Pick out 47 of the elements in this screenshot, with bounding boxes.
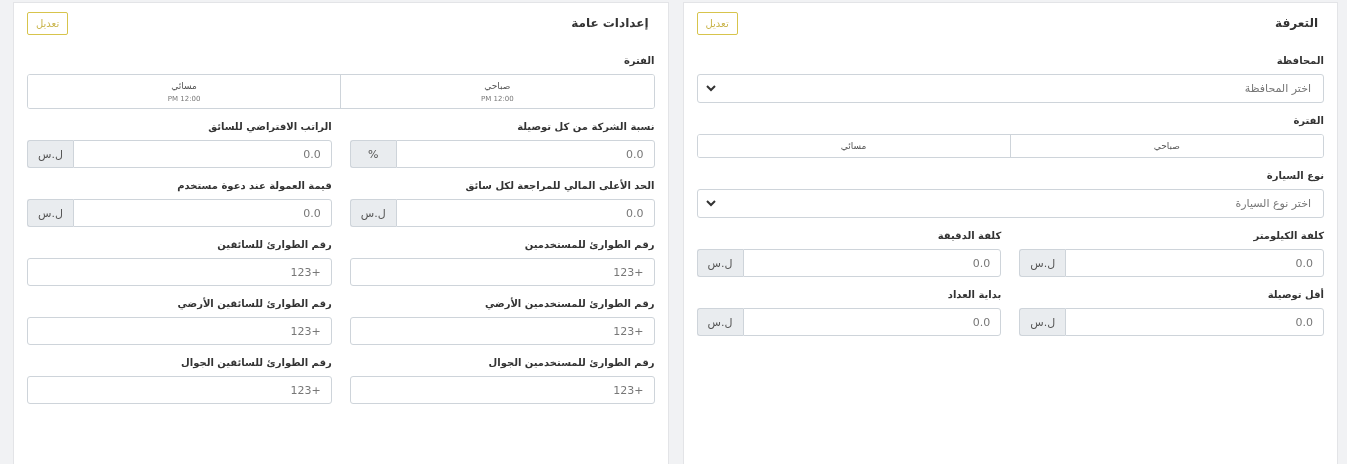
field-label: رقم الطوارئ للمستخدمين الأرضي [484,298,655,309]
field-label: بداية العداد [947,289,1002,300]
select-field[interactable]: اختر المحافظة [696,74,1324,103]
field-label: رقم الطوارئ للمستخدمين [524,239,655,250]
period-option[interactable]: صباحي [1009,135,1323,157]
input-field[interactable]: +123 [349,376,655,404]
currency-addon: ل.س [1019,249,1066,277]
field-label: كلفة الدقيقة [937,230,1002,241]
input-field[interactable]: 0.0 [395,140,655,168]
field-label: الراتب الافتراضي للسائق [208,121,332,132]
input-field[interactable]: 0.0 [742,308,1002,336]
field-label: رقم الطوارئ للسائقين الأرضي [177,298,332,309]
chevron-down-icon [705,85,716,92]
card-title: إعدادات عامة [571,16,649,30]
field-label: رقم الطوارئ للسائقين الجوال [181,357,332,368]
input-field[interactable]: +123 [349,317,655,345]
input-field[interactable]: 0.0 [742,249,1002,277]
input-field[interactable]: 0.0 [73,140,332,168]
field-label: الحد الأعلى المالي للمراجعة لكل سائق [465,180,655,191]
input-field[interactable]: +123 [349,258,655,286]
field-label: قيمة العمولة عند دعوة مستخدم [177,180,332,191]
input-field[interactable]: +123 [27,258,332,286]
field-label: الفترة [623,55,655,66]
field-label: نوع السيارة [1266,170,1324,181]
currency-addon: ل.س [27,140,73,168]
field-label: أقل توصيلة [1267,289,1324,300]
input-field[interactable]: +123 [27,317,332,345]
field-label: نسبة الشركة من كل توصيلة [517,121,655,132]
currency-addon: ل.س [696,249,743,277]
input-field[interactable]: 0.0 [73,199,332,227]
currency-addon: ل.س [1019,308,1066,336]
field-label: رقم الطوارئ للسائقين [217,239,332,250]
input-field[interactable]: 0.0 [1065,249,1324,277]
currency-addon: ل.س [27,199,73,227]
select-field[interactable]: اختر نوع السيارة [696,189,1324,218]
currency-addon: % [349,140,396,168]
currency-addon: ل.س [696,308,743,336]
input-field[interactable]: 0.0 [395,199,655,227]
input-field[interactable]: 0.0 [1065,308,1324,336]
card-title: التعرفة [1275,16,1318,30]
chevron-down-icon [705,200,716,207]
field-label: الفترة [1293,115,1324,126]
field-label: رقم الطوارئ للمستخدمين الجوال [488,357,655,368]
input-field[interactable]: +123 [27,376,332,404]
field-label: كلفة الكيلومتر [1253,230,1324,241]
currency-addon: ل.س [349,199,396,227]
field-label: المحافظة [1276,55,1324,66]
